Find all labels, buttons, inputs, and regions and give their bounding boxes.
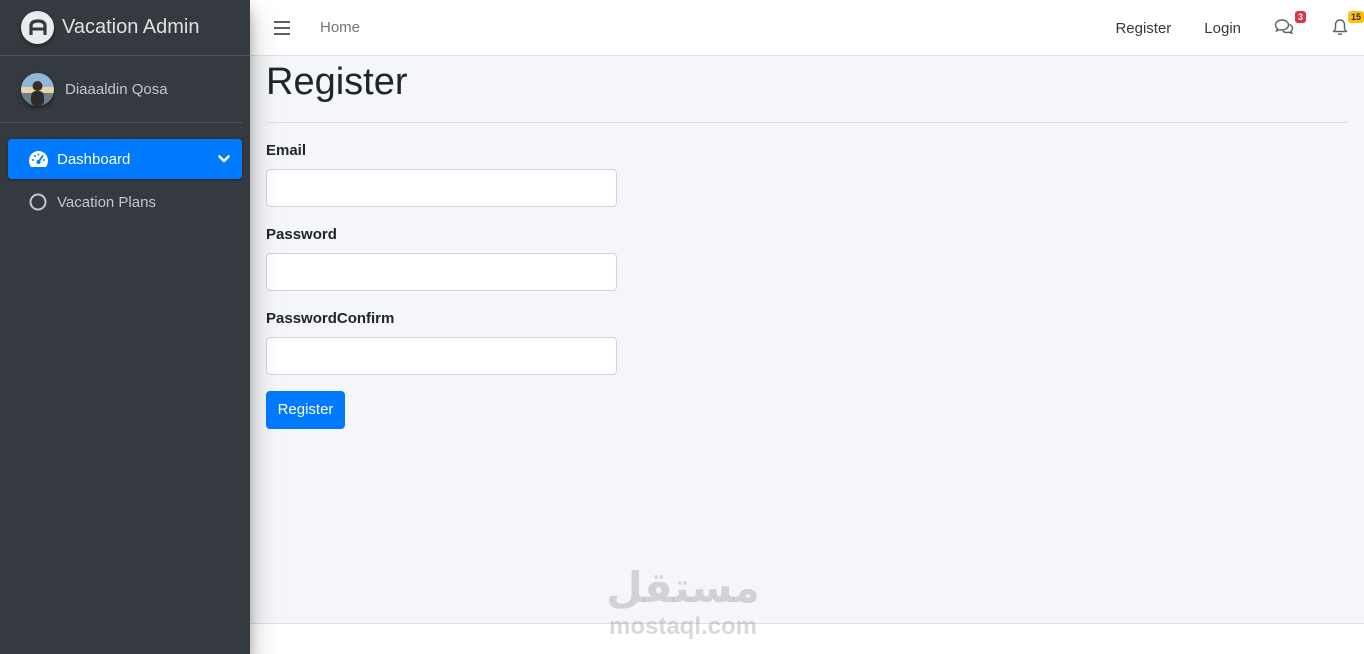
- password-field[interactable]: [266, 252, 617, 291]
- tachometer-icon: [27, 148, 49, 170]
- sidebar-item-label: Dashboard: [57, 150, 131, 168]
- messages-count-badge: 3: [1294, 11, 1306, 23]
- watermark-logo: مستقل mostaql.com: [598, 560, 768, 640]
- watermark-latin: mostaql.com: [608, 613, 758, 640]
- register-link[interactable]: Register: [1115, 20, 1171, 37]
- avatar[interactable]: [21, 72, 54, 106]
- password-label: Password: [266, 225, 337, 243]
- email-field[interactable]: [266, 168, 617, 207]
- notifications-button[interactable]: 15: [1332, 11, 1364, 40]
- register-button[interactable]: Register: [266, 390, 345, 429]
- sidebar-item-vacation-plans[interactable]: Vacation Plans: [8, 182, 242, 222]
- sidebar-item-label: Vacation Plans: [57, 193, 156, 211]
- sidebar-nav: Dashboard Vacation Plans: [0, 123, 250, 222]
- top-navbar: Home Register Login 3 15: [250, 0, 1364, 56]
- password-confirm-group: PasswordConfirm: [266, 310, 1348, 375]
- user-panel: Diaaaldin Qosa: [0, 56, 242, 123]
- messages-button[interactable]: 3: [1274, 11, 1306, 40]
- content-wrapper: Register Email Password PasswordConfirm …: [250, 56, 1364, 623]
- home-link[interactable]: Home: [320, 19, 360, 36]
- email-group: Email: [266, 142, 1348, 207]
- circle-icon: [27, 191, 49, 213]
- password-confirm-label: PasswordConfirm: [266, 309, 395, 327]
- brand-logo-icon: [21, 11, 54, 44]
- user-name[interactable]: Diaaaldin Qosa: [65, 81, 168, 98]
- comments-icon: [1274, 19, 1294, 40]
- watermark-arabic: مستقل: [606, 563, 760, 612]
- password-confirm-field[interactable]: [266, 336, 617, 375]
- page-title: Register: [266, 60, 1348, 123]
- register-form: Email Password PasswordConfirm Register: [266, 142, 1348, 429]
- brand-link[interactable]: Vacation Admin: [0, 0, 250, 56]
- email-label: Email: [266, 141, 307, 159]
- menu-toggle-icon[interactable]: [274, 20, 290, 35]
- notifications-count-badge: 15: [1347, 11, 1364, 23]
- sidebar: Vacation Admin Diaaaldin Qosa Dashboard …: [0, 0, 250, 654]
- navbar-right: Register Login 3 15: [1115, 0, 1364, 56]
- brand-text: Vacation Admin: [62, 16, 200, 38]
- login-link[interactable]: Login: [1204, 20, 1241, 37]
- bell-icon: [1332, 19, 1348, 40]
- password-group: Password: [266, 226, 1348, 291]
- footer: [250, 623, 1364, 654]
- chevron-down-icon: [218, 151, 230, 168]
- sidebar-item-dashboard[interactable]: Dashboard: [8, 139, 242, 179]
